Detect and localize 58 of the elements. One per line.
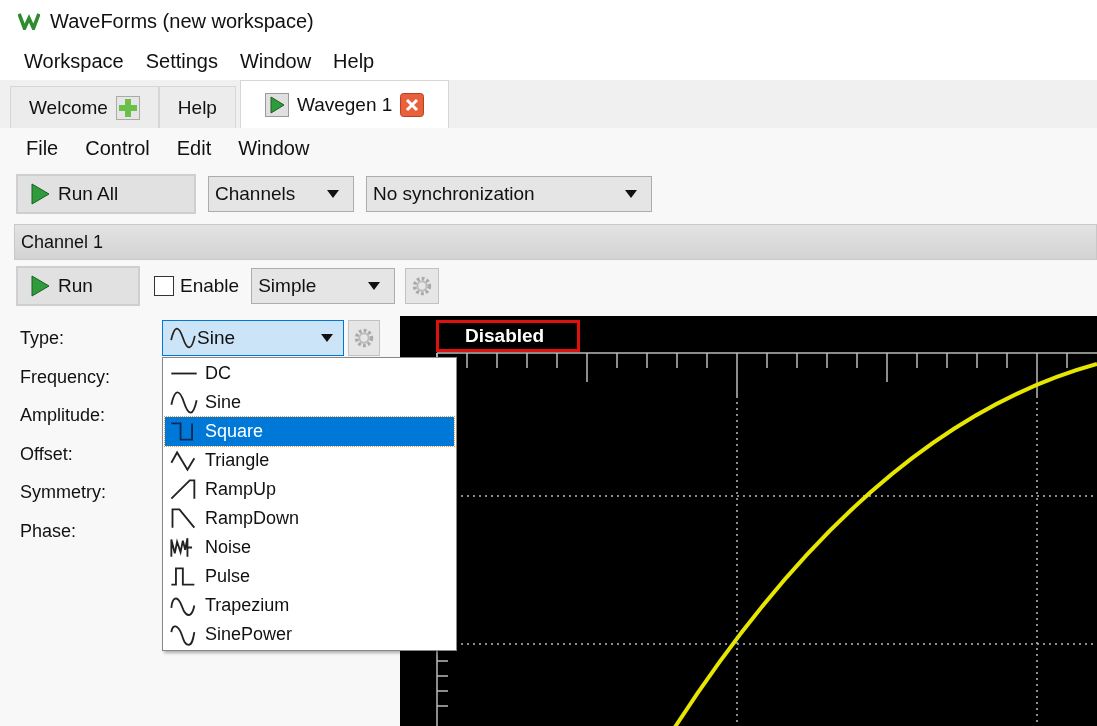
- dropdown-option[interactable]: Trapezium: [165, 591, 454, 620]
- parameter-label: Symmetry:: [20, 481, 107, 504]
- tab-label: Wavegen 1: [296, 93, 393, 116]
- run-button[interactable]: Run: [16, 266, 140, 306]
- channels-dropdown[interactable]: Channels: [208, 176, 354, 212]
- plus-icon[interactable]: [115, 95, 140, 120]
- mode-dropdown[interactable]: Simple: [251, 268, 396, 304]
- enable-checkbox[interactable]: [154, 276, 174, 296]
- settings-button[interactable]: [405, 268, 440, 304]
- dropdown-option[interactable]: Square: [165, 417, 454, 446]
- dropdown-option[interactable]: RampDown: [165, 504, 454, 533]
- menu-item[interactable]: File: [26, 136, 59, 160]
- channel-header: Channel 1: [14, 224, 1097, 260]
- dropdown-option[interactable]: Noise: [165, 533, 454, 562]
- dc-wave-icon: [169, 371, 199, 376]
- dropdown-option[interactable]: Triangle: [165, 446, 454, 475]
- settings-button[interactable]: [348, 320, 380, 356]
- dropdown-option[interactable]: SinePower: [165, 620, 454, 649]
- dropdown-option[interactable]: RampUp: [165, 475, 454, 504]
- menu-item[interactable]: Settings: [145, 49, 218, 73]
- tab[interactable]: Help: [158, 86, 236, 128]
- gear-icon: [353, 327, 375, 349]
- close-icon[interactable]: [400, 92, 425, 117]
- parameter-label: Amplitude:: [20, 404, 107, 427]
- menu-item[interactable]: Window: [239, 49, 312, 73]
- tab[interactable]: Welcome: [10, 86, 159, 128]
- play-icon: [28, 274, 52, 298]
- tab-label: Help: [177, 96, 217, 119]
- window-title: WaveForms (new workspace): [50, 9, 314, 33]
- parameter-label: Phase:: [20, 519, 78, 543]
- caret-icon: [327, 190, 339, 198]
- parameter-label: Offset:: [20, 442, 74, 466]
- menu-item[interactable]: Window: [238, 136, 310, 160]
- caret-icon: [368, 282, 381, 290]
- dropdown-option[interactable]: Sine: [165, 388, 454, 417]
- checkbox-label: Enable: [180, 275, 240, 297]
- logo-icon: [18, 12, 40, 30]
- dropdown-option[interactable]: Pulse: [165, 562, 454, 591]
- status-label: Disabled: [436, 320, 580, 352]
- play-icon: [28, 182, 52, 206]
- run-all-button[interactable]: Run All: [16, 174, 196, 214]
- menu-item[interactable]: Workspace: [24, 49, 124, 73]
- menu-item[interactable]: Control: [85, 136, 150, 160]
- parameter-label: Type:: [20, 327, 66, 350]
- tab-label: Welcome: [29, 96, 108, 119]
- sync-dropdown[interactable]: No synchronization: [366, 176, 652, 212]
- menu-item[interactable]: Help: [333, 49, 375, 73]
- caret-icon: [625, 190, 637, 198]
- play-icon: [264, 92, 289, 117]
- gear-icon: [411, 275, 434, 297]
- sine-wave-icon: [169, 327, 197, 349]
- sine-wave-icon: [169, 391, 199, 414]
- tab[interactable]: Wavegen 1: [239, 80, 450, 128]
- caret-icon: [321, 334, 333, 342]
- type-dropdown[interactable]: Sine: [162, 320, 344, 356]
- parameter-label: Frequency:: [20, 365, 111, 389]
- dropdown-option[interactable]: DC: [165, 359, 454, 388]
- menu-item[interactable]: Edit: [176, 136, 212, 160]
